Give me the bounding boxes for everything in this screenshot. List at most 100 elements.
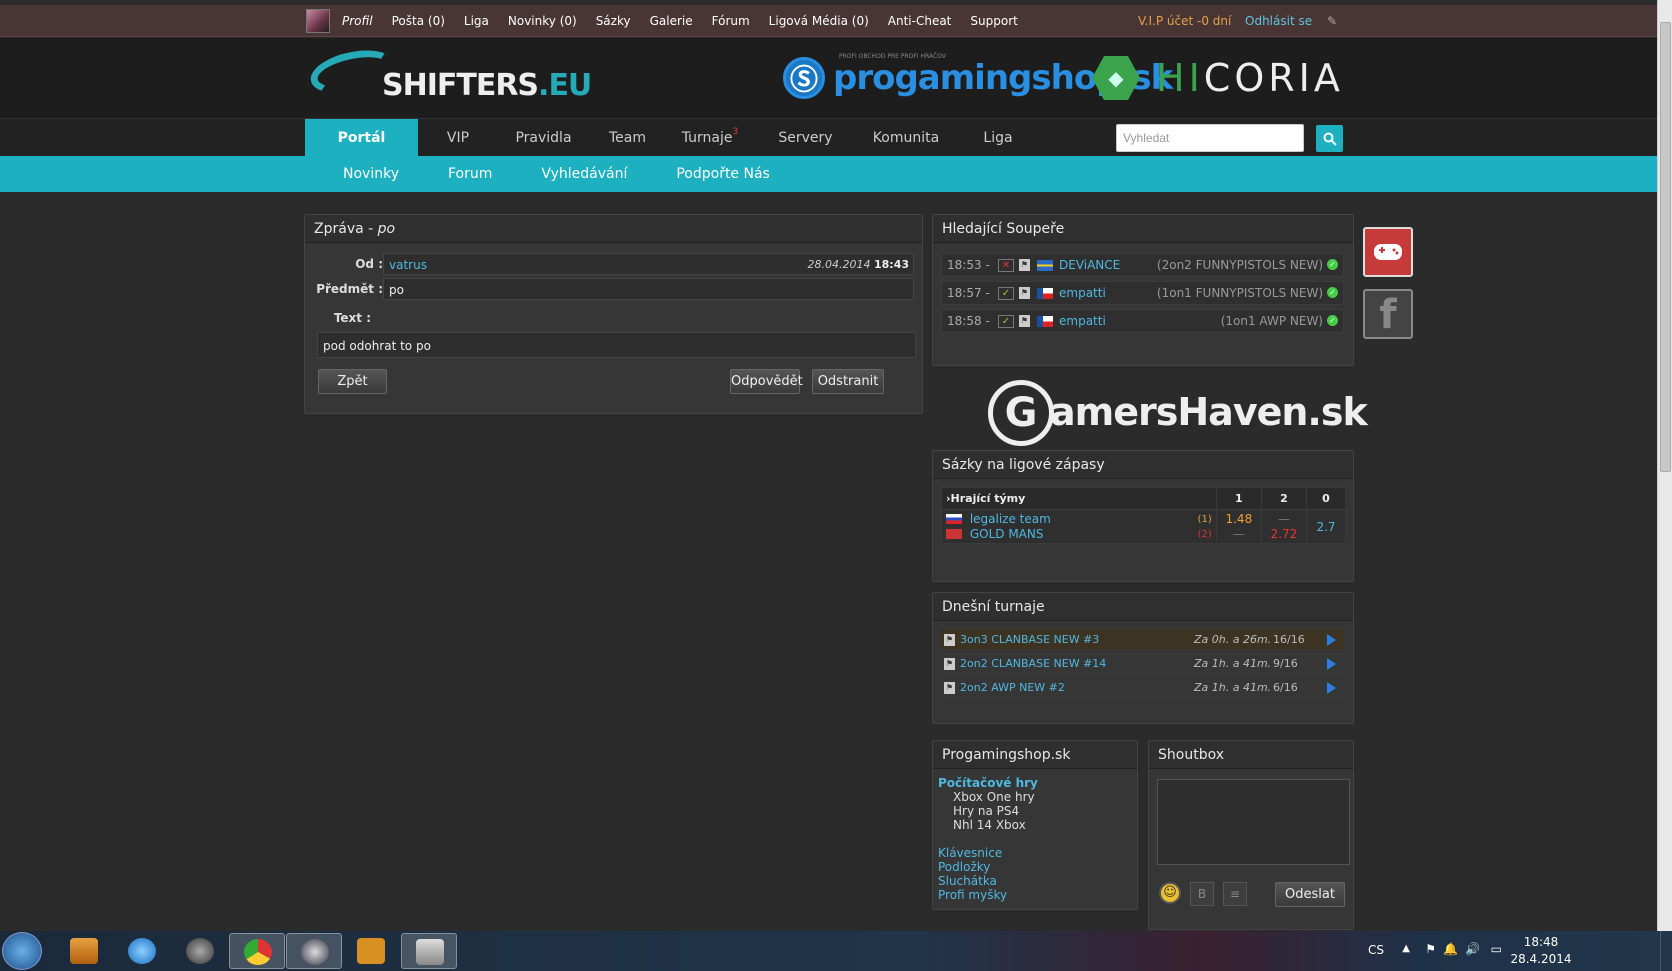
topbar-link-support[interactable]: Support xyxy=(970,14,1017,28)
facebook-icon[interactable]: f xyxy=(1363,289,1413,339)
opponent-row[interactable]: 18:58 - ✓ ⚑ empatti (1on1 AWP NEW) ✓ xyxy=(941,309,1344,333)
subnav-news[interactable]: Novinky xyxy=(343,156,399,192)
tournament-link[interactable]: 2on2 CLANBASE NEW #14 xyxy=(960,653,1106,675)
sender-link[interactable]: vatrus xyxy=(389,258,427,272)
topbar-link-gallery[interactable]: Galerie xyxy=(650,14,693,28)
show-desktop-button[interactable] xyxy=(1660,931,1672,971)
play-icon[interactable] xyxy=(1327,682,1336,694)
shop-sub-xbox-one[interactable]: Xbox One hry xyxy=(953,790,1035,804)
topbar-link-forum[interactable]: Fórum xyxy=(712,14,750,28)
play-icon[interactable] xyxy=(1327,634,1336,646)
search-button[interactable] xyxy=(1316,125,1343,152)
flag-icon xyxy=(946,514,962,524)
tournament-row[interactable]: ⚑ 2on2 AWP NEW #2 Za 1h. a 41m. 6/16 xyxy=(941,677,1344,699)
back-button[interactable]: Zpět xyxy=(318,369,387,394)
subnav-forum[interactable]: Forum xyxy=(448,156,492,192)
nav-tournaments-label: Turnaje xyxy=(681,130,733,146)
bet-row[interactable]: legalize team (1) GOLD MANS (2) 1.48 — —… xyxy=(941,509,1346,544)
shop-link-mousepads[interactable]: Podložky xyxy=(938,860,990,874)
reply-button[interactable]: Odpovědět xyxy=(730,369,803,394)
game-icon: ⚑ xyxy=(1019,259,1030,271)
tournament-row[interactable]: ⚑ 3on3 CLANBASE NEW #3 Za 0h. a 26m. 16/… xyxy=(941,629,1344,651)
scrollbar-thumb[interactable] xyxy=(1660,22,1671,472)
smiley-icon[interactable]: ☺ xyxy=(1159,882,1181,904)
taskbar-chrome[interactable] xyxy=(229,933,285,969)
shop-sub-nhl14[interactable]: Nhl 14 Xbox xyxy=(953,818,1026,832)
opponent-team-link[interactable]: empatti xyxy=(1059,282,1106,304)
topbar-link-league[interactable]: Liga xyxy=(464,14,489,28)
language-indicator[interactable]: CS xyxy=(1368,943,1384,957)
clock-time[interactable]: 18:48 xyxy=(1506,935,1576,949)
volume-icon[interactable]: 🔊 xyxy=(1465,942,1480,956)
subnav-support-us[interactable]: Podpořte Nás xyxy=(676,156,770,192)
app3-icon xyxy=(186,938,214,964)
lines-icon[interactable]: ≡ xyxy=(1223,882,1247,906)
topbar-link-bets[interactable]: Sázky xyxy=(596,14,631,28)
taskbar: CS ▲ ⚑ 🔔 🔊 ▭ 18:48 28.4.2014 xyxy=(0,931,1672,971)
opponent-row[interactable]: 18:53 - ✕ ⚑ DEViANCE (2on2 FUNNYPISTOLS … xyxy=(941,253,1344,277)
topbar-link-mail[interactable]: Pošta (0) xyxy=(392,14,445,28)
taskbar-steam[interactable] xyxy=(286,933,342,969)
play-icon[interactable] xyxy=(1327,658,1336,670)
notification-icon[interactable]: 🔔 xyxy=(1443,942,1458,956)
bold-icon[interactable]: B xyxy=(1190,882,1214,906)
nav-community[interactable]: Komunita xyxy=(857,119,955,157)
vip-account-link[interactable]: V.I.P účet -0 dní xyxy=(1138,14,1231,28)
nav-league[interactable]: Liga xyxy=(955,119,1041,157)
pin-icon[interactable]: ✎ xyxy=(1327,14,1337,28)
scrollbar[interactable] xyxy=(1657,0,1672,931)
nav-vip[interactable]: VIP xyxy=(418,119,498,157)
taskbar-media-player[interactable] xyxy=(56,933,112,969)
tournament-link[interactable]: 2on2 AWP NEW #2 xyxy=(960,677,1065,699)
delete-button[interactable]: Odstranit xyxy=(812,369,884,394)
opponents-title: Hledající Soupeře xyxy=(933,215,1353,243)
shop-category-games[interactable]: Počítačové hry xyxy=(938,776,1038,790)
tray-arrow-icon[interactable]: ▲ xyxy=(1402,943,1410,954)
tournament-link[interactable]: 3on3 CLANBASE NEW #3 xyxy=(960,629,1099,651)
shop-link-mice[interactable]: Profi myšky xyxy=(938,888,1007,902)
nav-rules[interactable]: Pravidla xyxy=(498,119,589,157)
online-icon: ✓ xyxy=(1327,287,1338,298)
opponent-team-link[interactable]: empatti xyxy=(1059,310,1106,332)
subnav-search[interactable]: Vyhledávání xyxy=(541,156,627,192)
hicoria-banner[interactable]: ◆ HICORIA xyxy=(1092,56,1344,100)
topbar-link-profile[interactable]: Profil xyxy=(342,14,373,28)
topbar-link-anticheat[interactable]: Anti-Cheat xyxy=(888,14,952,28)
flag-tray-icon[interactable]: ⚑ xyxy=(1425,942,1436,956)
nav-servers[interactable]: Servery xyxy=(754,119,857,157)
gamershaven-banner[interactable]: G amersHaven.sk xyxy=(988,374,1368,448)
start-button-icon[interactable] xyxy=(2,932,42,970)
odd-team2[interactable]: 2.72 xyxy=(1262,527,1306,542)
nav-tournaments[interactable]: Turnaje3 xyxy=(666,119,754,157)
flag-icon xyxy=(946,529,962,539)
send-button[interactable]: Odeslat xyxy=(1275,882,1345,907)
topbar-link-news[interactable]: Novinky (0) xyxy=(508,14,577,28)
odd-team1[interactable]: 1.48 xyxy=(1217,512,1261,527)
clock-date[interactable]: 28.4.2014 xyxy=(1506,952,1576,966)
avatar[interactable] xyxy=(306,9,330,33)
tournament-row[interactable]: ⚑ 2on2 CLANBASE NEW #14 Za 1h. a 41m. 9/… xyxy=(941,653,1344,675)
network-icon[interactable]: ▭ xyxy=(1491,942,1502,956)
nav-team[interactable]: Team xyxy=(589,119,666,157)
opponent-team-link[interactable]: DEViANCE xyxy=(1059,254,1120,276)
shoutbox-input[interactable] xyxy=(1157,779,1350,865)
taskbar-csgo[interactable] xyxy=(343,933,399,969)
gamepad-social-icon[interactable] xyxy=(1363,227,1413,277)
opponent-row[interactable]: 18:57 - ✓ ⚑ empatti (1on1 FUNNYPISTOLS N… xyxy=(941,281,1344,305)
shop-link-keyboards[interactable]: Klávesnice xyxy=(938,846,1002,860)
shop-link-headphones[interactable]: Sluchátka xyxy=(938,874,997,888)
odd-draw[interactable]: 2.7 xyxy=(1306,509,1346,544)
search-icon xyxy=(1323,132,1337,146)
taskbar-ie[interactable] xyxy=(114,933,170,969)
shop-sub-ps4[interactable]: Hry na PS4 xyxy=(953,804,1019,818)
nav-portal[interactable]: Portál xyxy=(305,119,418,157)
search-input[interactable] xyxy=(1116,124,1304,152)
taskbar-cs[interactable] xyxy=(401,933,457,969)
taskbar-app3[interactable] xyxy=(172,933,228,969)
site-logo[interactable]: SHIFTERS.EU xyxy=(306,43,592,110)
bet-team2-link[interactable]: GOLD MANS xyxy=(970,527,1044,541)
game-icon: ⚑ xyxy=(944,634,955,646)
logout-link[interactable]: Odhlásit se xyxy=(1245,14,1312,28)
topbar-link-media[interactable]: Ligová Média (0) xyxy=(769,14,869,28)
bet-team1-link[interactable]: legalize team xyxy=(970,512,1051,526)
